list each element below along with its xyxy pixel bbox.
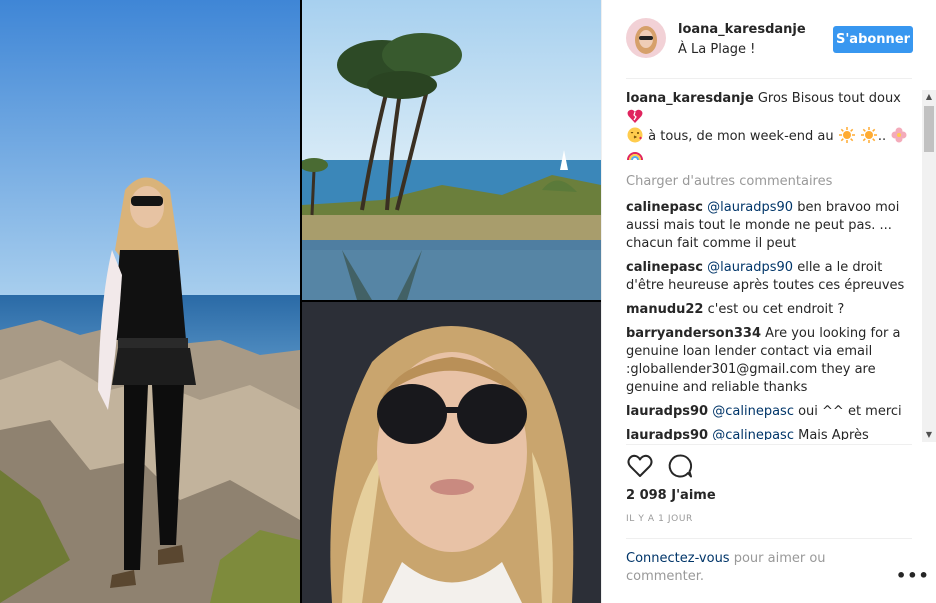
comment-text: c'est ou cet endroit ?: [703, 302, 845, 317]
header-location[interactable]: À La Plage !: [678, 42, 755, 57]
rainbow-emoji: [627, 152, 643, 161]
login-prompt: Connectez-vous pour aimer ou commenter.: [626, 550, 856, 586]
heart-icon[interactable]: [626, 452, 654, 480]
post-timestamp: IL Y A 1 JOUR: [626, 514, 693, 524]
caption-text-1: Gros Bisous tout doux: [753, 91, 901, 106]
comment-item: lauradps90 @calinepasc oui ^^ et merci: [626, 403, 910, 421]
comment-username[interactable]: manudu22: [626, 302, 703, 317]
post-header: loana_karesdanje À La Plage ! S'abonner: [602, 0, 936, 78]
caption: loana_karesdanje Gros Bisous tout doux à…: [626, 90, 910, 165]
comment-username[interactable]: calinepasc: [626, 260, 703, 275]
comment-item: barryanderson334 Are you looking for a g…: [626, 325, 910, 397]
sun-emoji: [838, 127, 855, 143]
comment-username[interactable]: barryanderson334: [626, 326, 761, 341]
comment-username[interactable]: calinepasc: [626, 200, 703, 215]
instagram-post: loana_karesdanje À La Plage ! S'abonner …: [0, 0, 936, 603]
post-photo[interactable]: [0, 0, 601, 603]
scroll-up-arrow-icon[interactable]: ▲: [922, 90, 936, 104]
photo-woman-on-rocks: [0, 0, 300, 603]
follow-button[interactable]: S'abonner: [833, 26, 913, 53]
scroll-down-arrow-icon[interactable]: ▼: [922, 428, 936, 442]
comment-mention[interactable]: @calinepasc: [712, 428, 794, 440]
broken-heart-emoji: [627, 109, 643, 123]
comment-mention[interactable]: @calinepasc: [712, 404, 794, 419]
avatar[interactable]: [626, 18, 666, 58]
comment-mention[interactable]: @lauradps90: [707, 260, 793, 275]
divider: [626, 538, 912, 539]
comment-username[interactable]: lauradps90: [626, 428, 708, 440]
comment-item: lauradps90 @calinepasc Mais Après Comme …: [626, 427, 910, 440]
comment-item: calinepasc @lauradps90 elle a le droit d…: [626, 259, 910, 295]
sun-emoji-2: [860, 127, 877, 143]
comments-scrollbar[interactable]: ▲ ▼: [922, 90, 936, 442]
comment-mention[interactable]: @lauradps90: [707, 200, 793, 215]
comment-item: calinepasc @lauradps90 ben bravoo moi au…: [626, 199, 910, 253]
photo-selfie-sunglasses: [302, 302, 601, 603]
blossom-emoji: [891, 127, 907, 143]
comment-text: oui ^^ et merci: [793, 404, 902, 419]
post-side-panel: loana_karesdanje À La Plage ! S'abonner …: [601, 0, 936, 603]
divider: [626, 78, 912, 79]
kiss-emoji: [627, 127, 643, 143]
comments-list[interactable]: loana_karesdanje Gros Bisous tout doux à…: [626, 90, 910, 440]
scrollbar-thumb[interactable]: [924, 106, 934, 152]
more-options-icon[interactable]: •••: [896, 566, 930, 585]
load-more-comments[interactable]: Charger d'autres commentaires: [626, 173, 910, 191]
header-username[interactable]: loana_karesdanje: [678, 22, 806, 37]
likes-count[interactable]: 2 098 J'aime: [626, 488, 716, 503]
login-link[interactable]: Connectez-vous: [626, 551, 730, 566]
divider: [626, 444, 912, 445]
caption-text-3: ..: [877, 129, 891, 144]
photo-pine-trees-lagoon: [302, 0, 601, 300]
comment-icon[interactable]: [666, 452, 694, 480]
caption-username[interactable]: loana_karesdanje: [626, 91, 754, 106]
caption-text-2: à tous, de mon week-end au: [644, 129, 838, 144]
comment-username[interactable]: lauradps90: [626, 404, 708, 419]
comment-item: manudu22 c'est ou cet endroit ?: [626, 301, 910, 319]
